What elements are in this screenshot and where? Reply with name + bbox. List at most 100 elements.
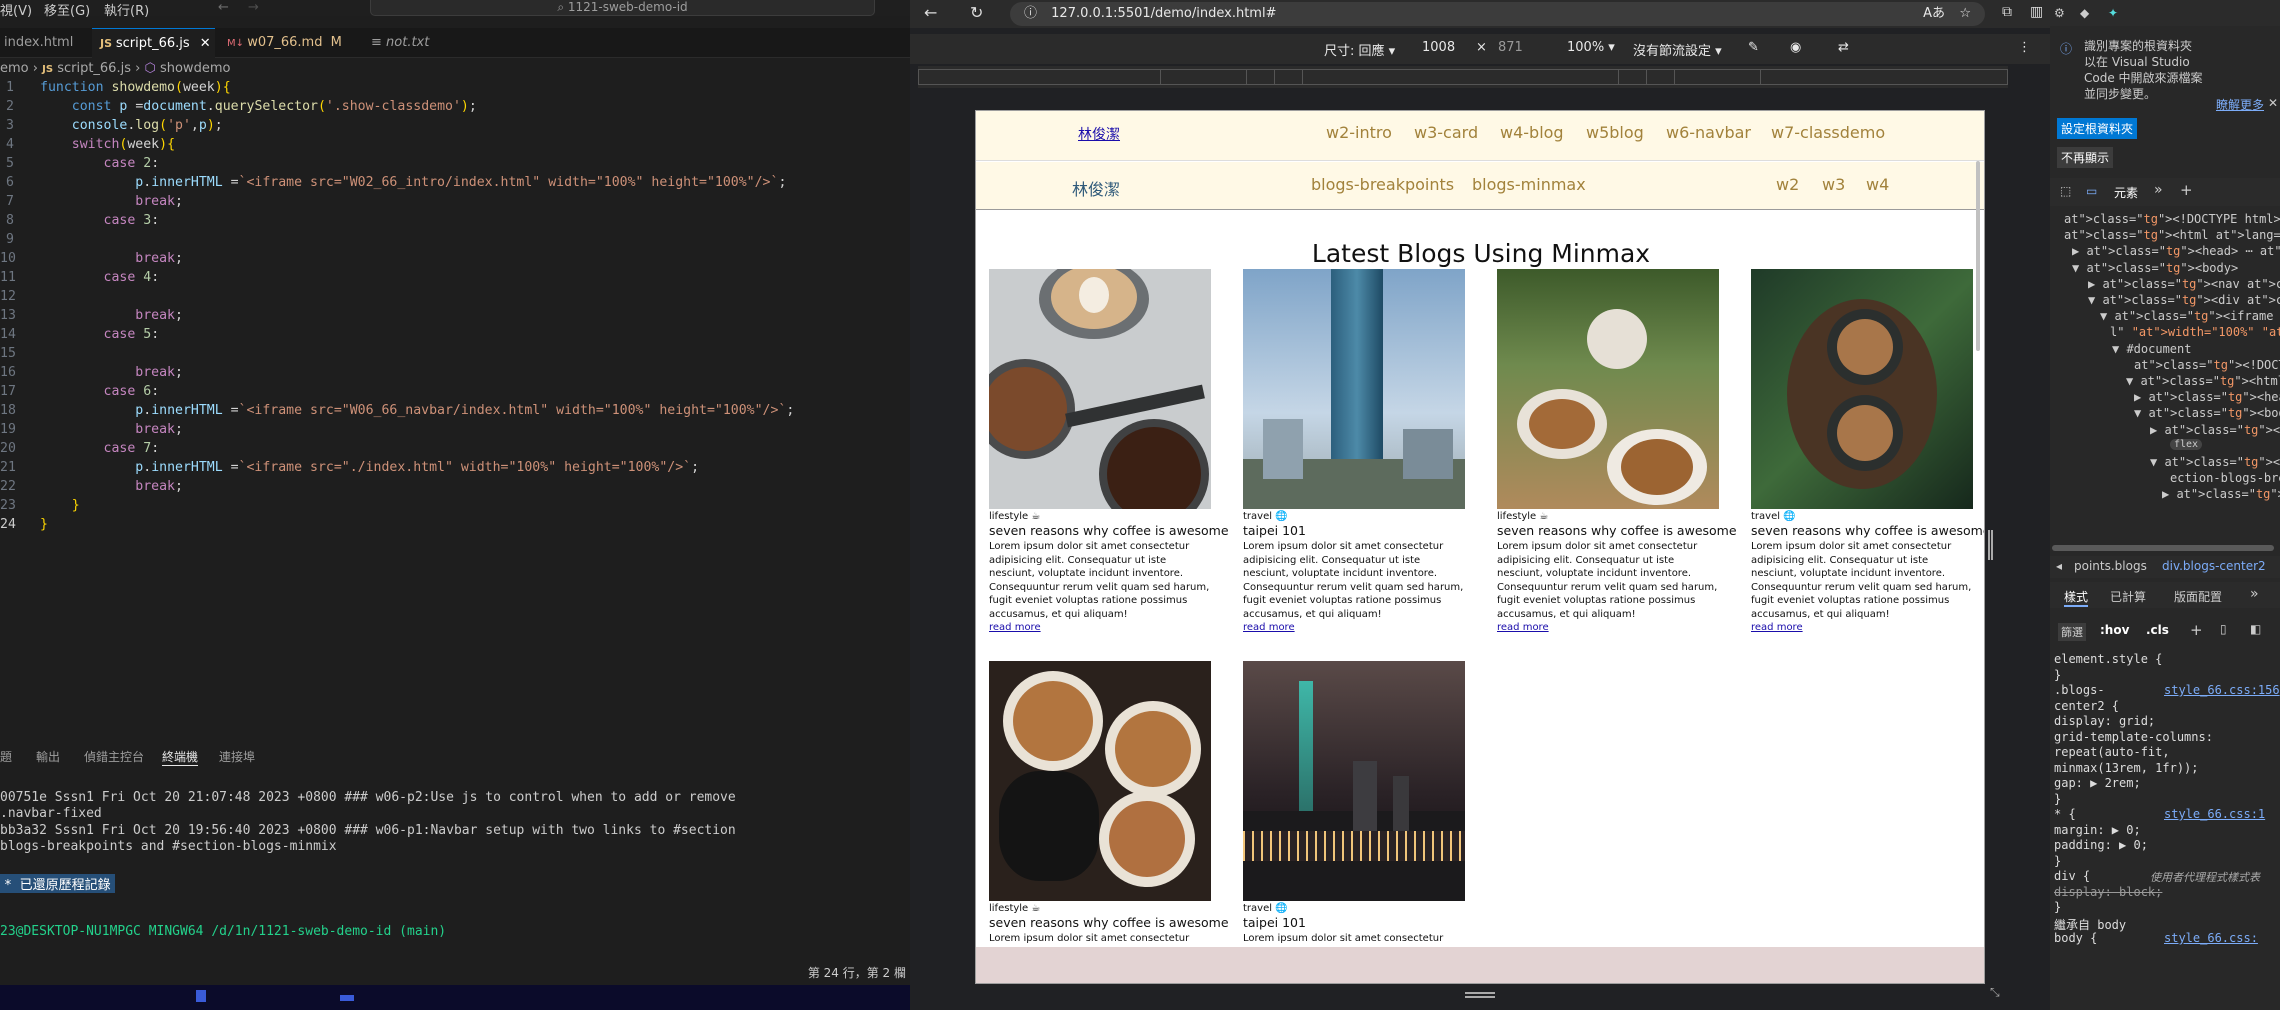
code-line[interactable]: break; (40, 194, 183, 209)
dom-node[interactable]: at">class="tg"><!DOCTYPE html> (2064, 212, 2280, 226)
dom-node[interactable]: ▼ #document (2112, 342, 2191, 356)
code-line[interactable]: break; (40, 479, 183, 494)
device-mode-icon[interactable]: ▭ (2086, 184, 2097, 198)
code-line[interactable]: case 6: (40, 384, 160, 399)
code-line[interactable]: break; (40, 251, 183, 266)
read-more-link[interactable]: read more (1751, 622, 1973, 633)
style-rule-line[interactable]: } (2054, 668, 2061, 682)
style-source-link[interactable]: style_66.css:1 (2164, 807, 2265, 821)
command-center-search[interactable]: ⌕ 1121-sweb-demo-id (370, 0, 875, 16)
tab-styles[interactable]: 樣式 (2064, 588, 2089, 607)
dom-tree[interactable]: at">class="tg"><!DOCTYPE html> at">class=… (2050, 212, 2280, 542)
address-bar[interactable]: ⓘ 127.0.0.1:5501/demo/index.html# Aあ ☆ (1010, 2, 1985, 26)
read-more-link[interactable]: read more (989, 622, 1211, 633)
dom-node[interactable]: at">class="tg"><html at">lang="en"> (2064, 228, 2280, 242)
code-line[interactable]: break; (40, 422, 183, 437)
dom-node[interactable]: ▼ at">class="tg"><iframe at">src="W06_66… (2100, 309, 2280, 323)
sidebar-toggle-icon[interactable]: ◧ (2250, 622, 2261, 636)
style-source-link[interactable]: 使用者代理程式樣式表 (2150, 869, 2260, 885)
code-line[interactable]: } (40, 498, 80, 513)
dom-node[interactable]: ection-blogs-bre (2170, 471, 2280, 485)
cls-toggle[interactable]: .cls (2146, 623, 2169, 637)
style-rule-line[interactable]: * {style_66.css:1 (2054, 807, 2265, 821)
dom-node[interactable]: ▶ at">class="tg"><head> ⋯ at">class="tg"… (2072, 244, 2280, 258)
dom-node[interactable]: ▼ at">class="tg"><body> (2072, 261, 2238, 275)
style-rule-line[interactable]: repeat(auto-fit, (2054, 745, 2170, 759)
paint-icon[interactable]: ▯ (2220, 622, 2227, 636)
device-width-input[interactable]: 1008 (1422, 40, 1455, 55)
nav-link-w2-intro[interactable]: w2-intro (1326, 123, 1392, 142)
nav-link-w4-blog[interactable]: w4-blog (1500, 123, 1564, 142)
code-line[interactable]: const p =document.querySelector('.show-c… (40, 99, 477, 114)
favorite-star-icon[interactable]: ☆ (1959, 2, 1971, 26)
site-info-icon[interactable]: ⓘ (1024, 6, 1037, 21)
eyedropper-icon[interactable]: ✎ (1748, 40, 1759, 55)
extension-icon[interactable]: ✦ (2108, 6, 2118, 20)
style-rule-line[interactable]: display: grid; (2054, 714, 2155, 728)
add-rule-icon[interactable]: + (2190, 621, 2203, 639)
device-height-input[interactable]: 871 (1498, 40, 1523, 55)
read-more-link[interactable]: read more (1497, 622, 1719, 633)
style-rule-line[interactable]: } (2054, 854, 2061, 868)
tab-not-txt[interactable]: ≡ not.txt (355, 28, 465, 58)
code-line[interactable]: } (40, 517, 48, 532)
add-tab-icon[interactable]: + (2180, 181, 2193, 199)
learn-more-link[interactable]: 瞭解更多 (2216, 96, 2264, 113)
tab-index-html[interactable]: index.html (0, 28, 92, 58)
dont-show-again-button[interactable]: 不再顯示 (2057, 147, 2114, 168)
dom-node[interactable]: ▶ at">class="tg"><div at">class="se (2162, 487, 2280, 501)
extensions-icon[interactable]: ⧉ (2002, 4, 2012, 20)
rotate-icon[interactable]: ⇄ (1838, 40, 1849, 55)
tab-debug-console[interactable]: 偵錯主控台 (84, 748, 144, 765)
more-options-icon[interactable]: ⋮ (2018, 40, 2031, 55)
terminal[interactable]: 00751e Sssn1 Fri Oct 20 21:07:48 2023 +0… (0, 790, 910, 970)
crumb-left-icon[interactable]: ◂ (2056, 559, 2062, 573)
style-rule-line[interactable]: center2 { (2054, 699, 2119, 713)
menu-goto[interactable]: 移至(G) (44, 0, 90, 19)
style-rule-line[interactable]: gap: ▶ 2rem; (2054, 776, 2141, 790)
code-line[interactable]: case 4: (40, 270, 160, 285)
tab-elements[interactable]: 元素 (2114, 184, 2138, 201)
dom-node[interactable]: ▼ at">class="tg"><section at">class=" (2150, 455, 2280, 469)
back-icon[interactable]: ← (924, 3, 937, 22)
tab-computed[interactable]: 已計算 (2110, 588, 2146, 605)
eye-icon[interactable]: ◉ (1790, 40, 1801, 55)
dom-node[interactable]: ▶ at">class="tg"><head> ⋯ at">class="tg"… (2134, 390, 2280, 404)
nav-forward-icon[interactable]: → (248, 0, 259, 15)
dom-node[interactable]: ▼ at">class="tg"><html at">lang="en"> (2126, 374, 2280, 388)
nav2-link-w4[interactable]: w4 (1866, 175, 1889, 194)
dom-node[interactable]: ▶ at">class="tg"><nav at">class="nav" (2150, 423, 2280, 437)
code-line[interactable]: case 3: (40, 213, 160, 228)
code-line[interactable]: break; (40, 365, 183, 380)
throttle-dropdown[interactable]: 沒有節流設定 ▾ (1633, 40, 1722, 59)
style-source-link[interactable]: style_66.css: (2164, 931, 2258, 945)
dom-node[interactable]: ▶ at">class="tg"><nav at">class="nav"> ⋯… (2088, 277, 2280, 291)
crumb-item[interactable]: points.blogs (2074, 559, 2147, 573)
read-aloud-icon[interactable]: Aあ (1923, 2, 1945, 26)
breadcrumb-symbol[interactable]: showdemo (160, 61, 230, 76)
code-editor[interactable]: 1 function showdemo(week){2 const p =docu… (0, 80, 910, 540)
resize-handle-bottom[interactable] (1465, 992, 1495, 998)
reload-icon[interactable]: ↻ (970, 3, 983, 22)
close-icon[interactable]: ✕ (200, 36, 211, 51)
code-line[interactable]: function showdemo(week){ (40, 80, 231, 95)
dom-node[interactable]: l" "at">width="100%" "at">height= (2110, 325, 2280, 339)
dom-node[interactable]: ▼ at">class="tg"><body> (2134, 406, 2280, 420)
inspect-icon[interactable]: ⬚ (2060, 184, 2071, 198)
tab-w07-66-md[interactable]: M↓ w07_66.md M (215, 28, 355, 58)
hov-toggle[interactable]: :hov (2100, 623, 2129, 637)
nav-link-w5blog[interactable]: w5blog (1586, 123, 1644, 142)
style-rule-line[interactable]: padding: ▶ 0; (2054, 838, 2148, 852)
resize-handle-right[interactable] (1988, 530, 1993, 560)
style-rule-line[interactable]: display: block; (2054, 885, 2162, 899)
resize-corner-icon[interactable]: ⤡ (1990, 985, 2000, 1000)
nav-back-icon[interactable]: ← (218, 0, 229, 15)
nav-link-w6-navbar[interactable]: w6-navbar (1666, 123, 1751, 142)
nav-brand-link[interactable]: 林俊潔 (1078, 124, 1120, 144)
dom-node[interactable]: at">class="tg"><!DOCTYPE html> (2134, 358, 2280, 372)
nav2-link-blogs-breakpoints[interactable]: blogs-breakpoints (1311, 175, 1454, 194)
nav2-link-w3[interactable]: w3 (1822, 175, 1845, 194)
more-tabs-icon[interactable]: » (2154, 182, 2163, 198)
styles-pane[interactable]: element.style {} .blogs-style_66.css:156 c… (2050, 652, 2280, 1010)
code-line[interactable]: switch(week){ (40, 137, 175, 152)
